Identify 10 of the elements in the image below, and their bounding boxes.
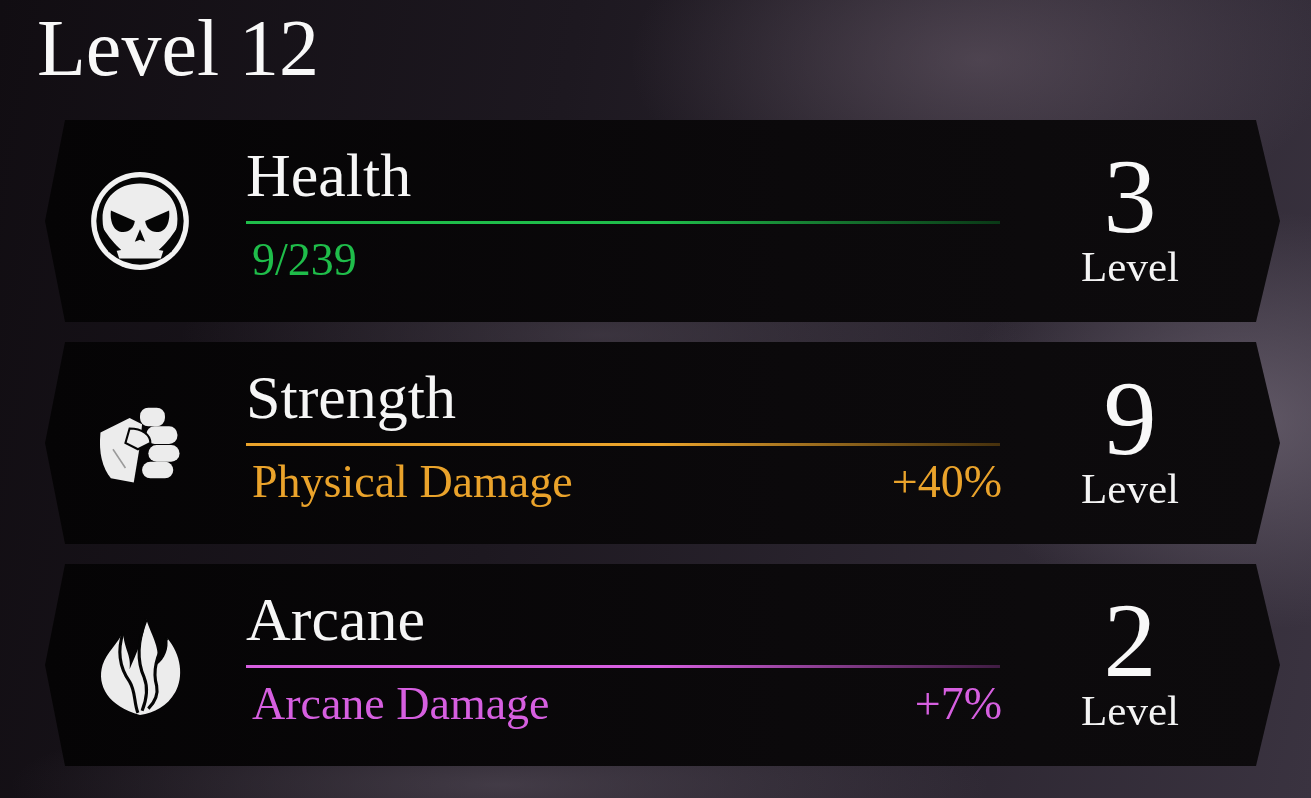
stat-detail: Arcane Damage <box>252 678 550 730</box>
stat-name: Arcane <box>246 585 425 653</box>
bonus-value: +40% <box>891 456 1002 508</box>
skull-icon <box>88 169 192 273</box>
stat-detail: Physical Damage <box>252 456 573 508</box>
level-title: Level 12 <box>37 8 320 88</box>
stat-detail: 9/239 <box>252 234 357 286</box>
bonus-value: +7% <box>914 678 1002 730</box>
stat-name: Health <box>246 141 412 209</box>
stat-name: Strength <box>246 363 457 431</box>
